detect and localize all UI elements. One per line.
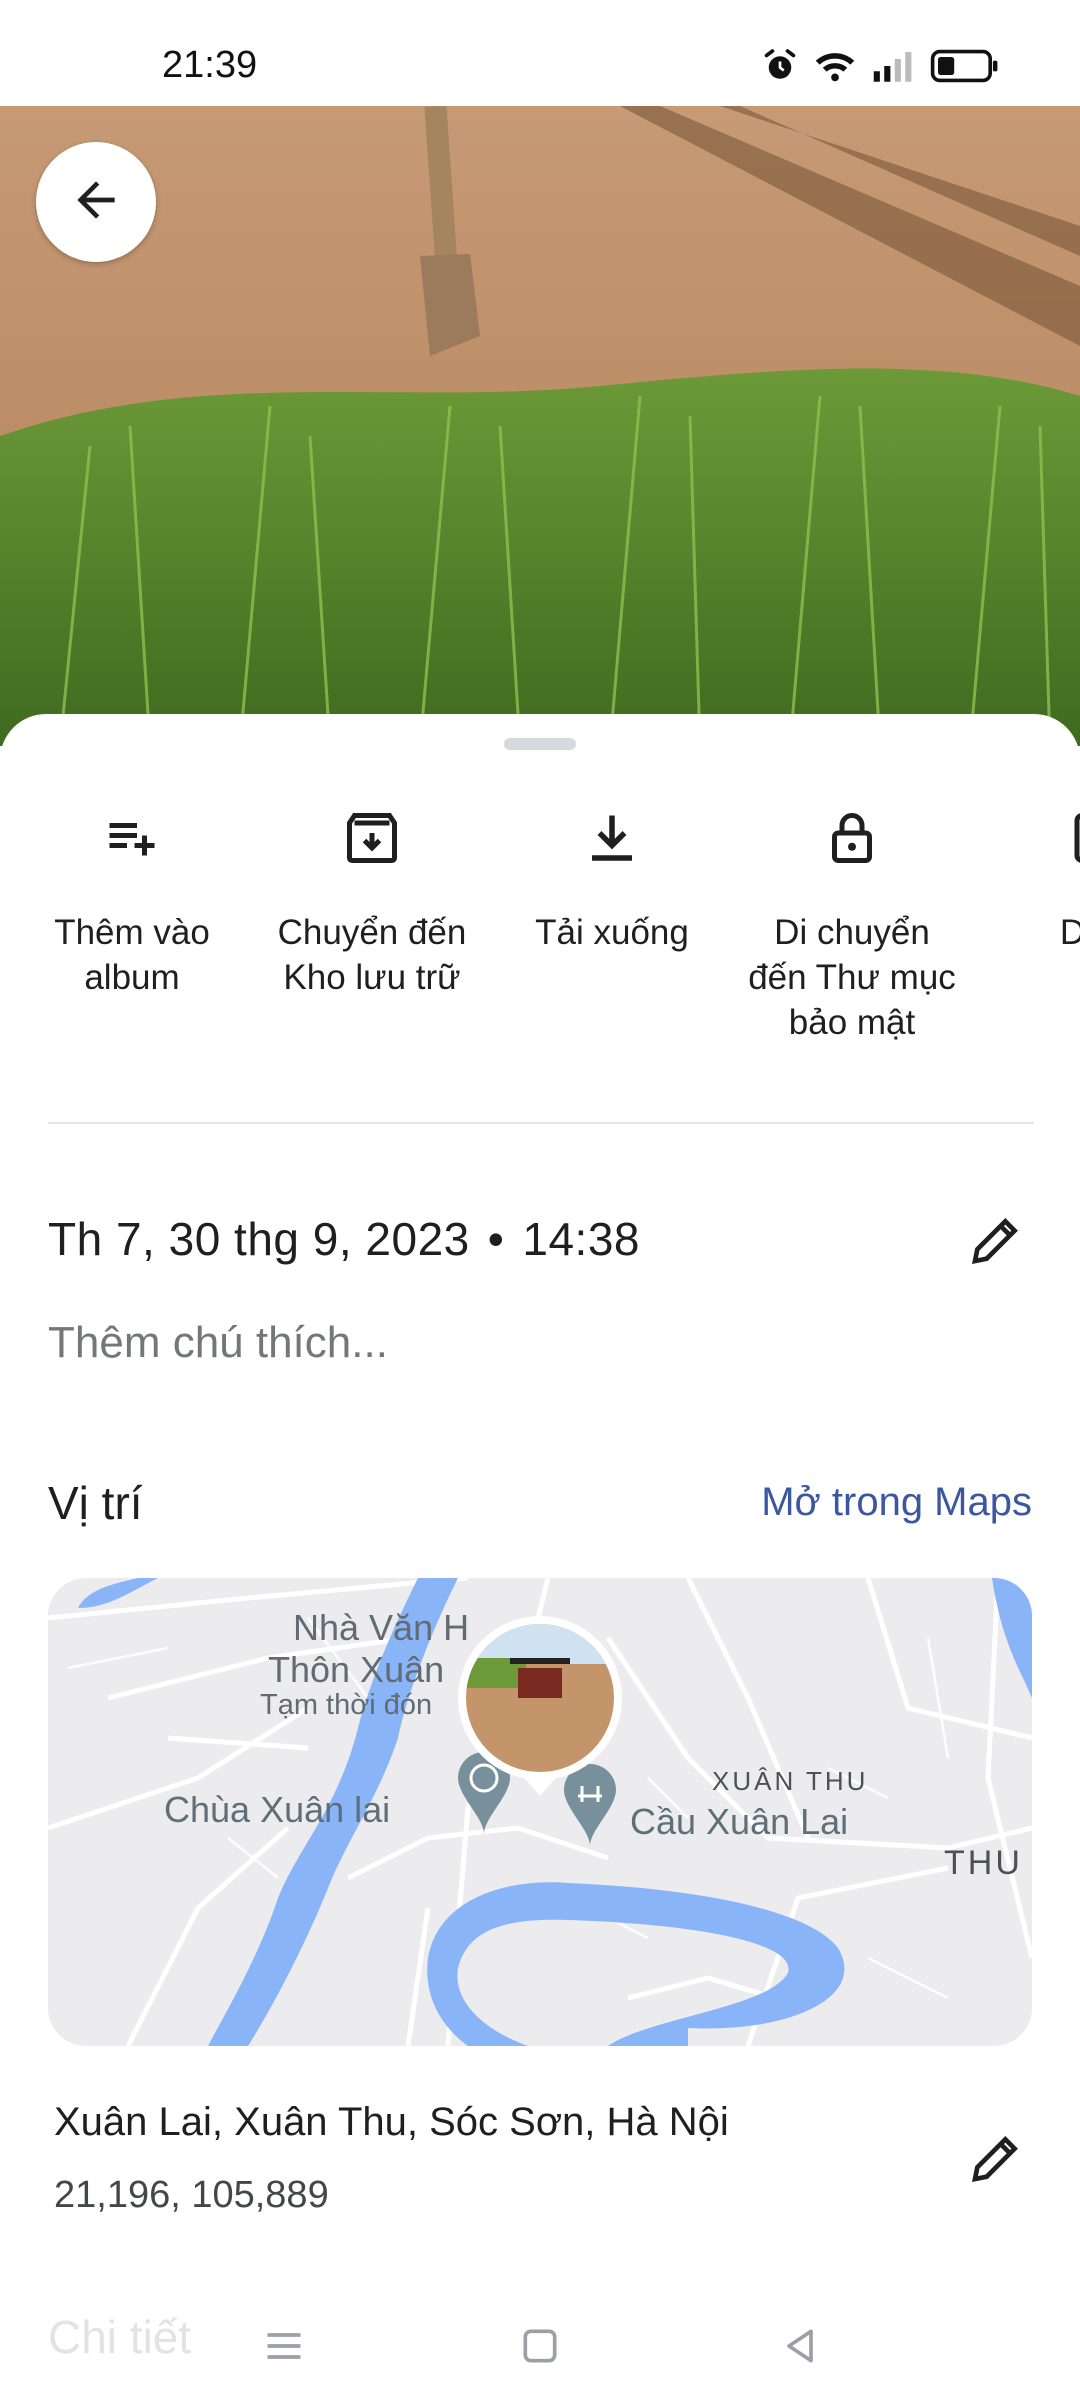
move-to-archive-button[interactable]: Chuyển đến Kho lưu trữ [262,800,482,1000]
signal-icon [872,48,914,89]
system-nav-bar [0,2296,1080,2400]
add-to-album-button[interactable]: Thêm vào album [22,800,242,1000]
home-icon [518,2324,562,2373]
action-label: Tải xuống [535,913,689,952]
action-label: Dùn [1059,913,1080,952]
map-label-thu: THU [944,1844,1023,1882]
coordinates-text: 21,196, 105,889 [54,2174,329,2216]
battery-icon [930,48,1000,89]
status-time: 21:39 [162,44,258,86]
move-to-locked-folder-button[interactable]: Di chuyển đến Thư mục bảo mật [742,800,962,1045]
divider [48,1122,1034,1124]
location-map[interactable]: Nhà Văn H Thôn Xuân Tạm thời đón Chùa Xu… [48,1578,1032,2046]
open-in-maps-link[interactable]: Mở trong Maps [761,1480,1032,1525]
edit-location-button[interactable] [964,2128,1028,2192]
back-nav-button[interactable] [770,2318,830,2378]
pencil-icon [968,1212,1024,1273]
actions-row: Thêm vào album Chuyển đến Kho lưu trữ Tả… [0,800,1080,1050]
caption-input[interactable]: Thêm chú thích... [48,1318,388,1368]
date-separator: • [487,1213,505,1265]
info-sheet: Thêm vào album Chuyển đến Kho lưu trữ Tả… [0,714,1080,2400]
address-text: Xuân Lai, Xuân Thu, Sóc Sơn, Hà Nội [54,2100,729,2144]
map-label-nha-van-hoa: Nhà Văn H [293,1607,469,1648]
arrow-back-icon [68,172,124,233]
action-label: Chuyển đến Kho lưu trữ [277,913,467,997]
map-label-cau-xuan-lai: Cầu Xuân Lai [630,1801,848,1842]
action-label: Thêm vào album [54,913,210,997]
location-title: Vị trí [48,1477,143,1529]
use-as-icon [1062,808,1080,873]
archive-icon [342,808,402,873]
time-text: 14:38 [522,1213,640,1265]
status-bar: 21:39 [0,0,1080,106]
download-button[interactable]: Tải xuống [502,800,722,955]
date-time: Th 7, 30 thg 9, 2023 • 14:38 [48,1212,640,1266]
menu-icon [262,2324,306,2373]
pencil-icon [968,2130,1024,2191]
use-as-button[interactable]: Dùn [982,800,1080,955]
home-button[interactable] [510,2318,570,2378]
playlist-add-icon [102,808,162,873]
recents-button[interactable] [254,2318,314,2378]
photo[interactable] [0,106,1080,746]
drag-handle[interactable] [504,738,576,750]
status-icons [762,48,1000,89]
wifi-icon [814,48,856,89]
map-label-thon-xuan: Thôn Xuân [268,1649,444,1690]
edit-date-button[interactable] [964,1210,1028,1274]
back-button[interactable] [36,142,156,262]
lock-icon [822,808,882,873]
map-label-chua-xuan-lai: Chùa Xuân lai [164,1789,390,1830]
download-icon [582,808,642,873]
date-text: Th 7, 30 thg 9, 2023 [48,1213,470,1265]
map-label-tam-thoi-dong: Tạm thời đón [260,1689,432,1721]
alarm-icon [762,48,798,89]
back-triangle-icon [778,2324,822,2373]
action-label: Di chuyển đến Thư mục bảo mật [748,913,956,1042]
map-label-xuan-thu: XUÂN THU [712,1766,868,1796]
